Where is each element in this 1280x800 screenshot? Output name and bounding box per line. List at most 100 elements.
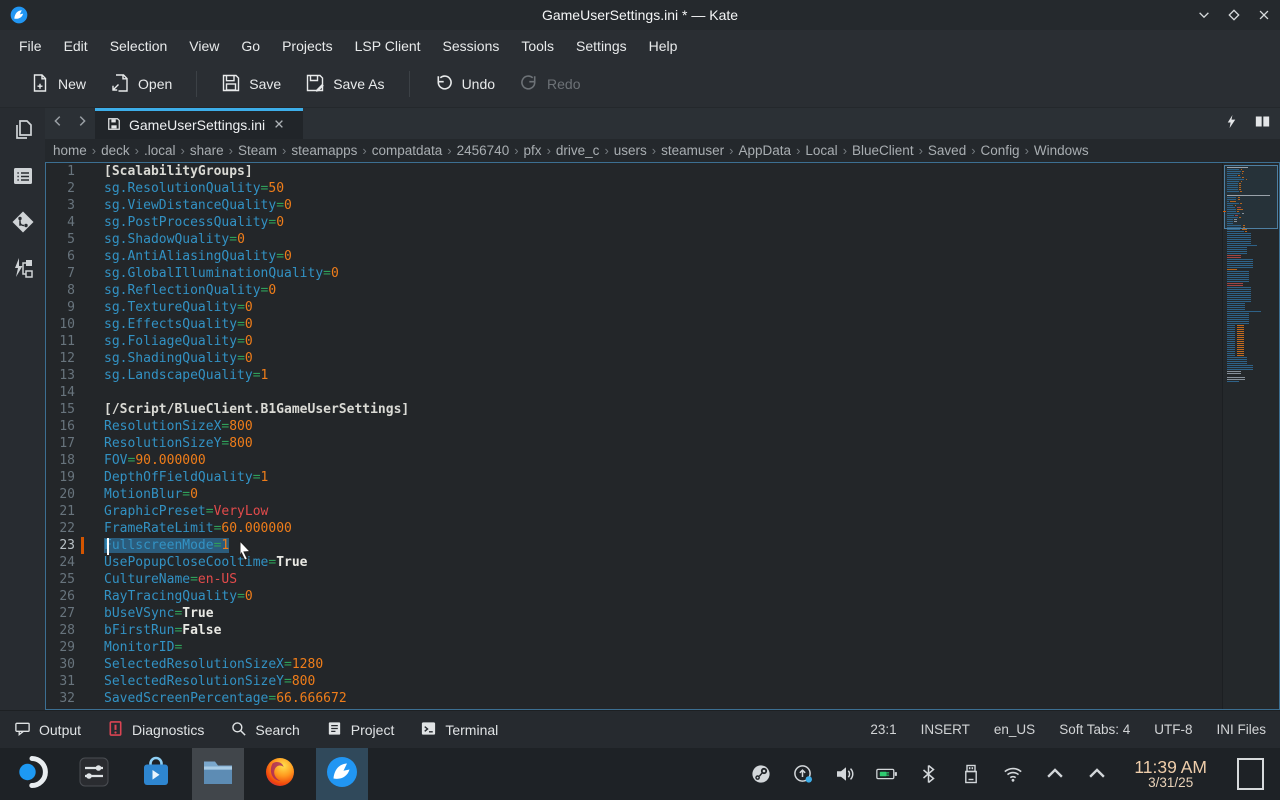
code-line-18[interactable]: FOV=90.000000: [100, 452, 1222, 469]
usb-tray-icon[interactable]: [960, 763, 982, 785]
split-view-icon[interactable]: [1255, 114, 1270, 134]
cursor-position[interactable]: 23:1: [870, 722, 896, 737]
breadcrumb-home[interactable]: home: [51, 143, 89, 158]
maximize-icon[interactable]: [1226, 7, 1242, 23]
code-line-28[interactable]: bFirstRun=False: [100, 622, 1222, 639]
code-line-32[interactable]: SavedScreenPercentage=66.666672: [100, 690, 1222, 707]
code-line-26[interactable]: RayTracingQuality=0: [100, 588, 1222, 605]
code-line-3[interactable]: sg.ViewDistanceQuality=0: [100, 197, 1222, 214]
taskbar-firefox[interactable]: [254, 748, 306, 800]
code-line-21[interactable]: GraphicPreset=VeryLow: [100, 503, 1222, 520]
search-toolview-button[interactable]: Search: [230, 720, 299, 740]
text-area[interactable]: [ScalabilityGroups]sg.ResolutionQuality=…: [100, 163, 1222, 709]
project-panel-icon[interactable]: [11, 164, 35, 188]
code-line-17[interactable]: ResolutionSizeY=800: [100, 435, 1222, 452]
editor[interactable]: 1234567891011121314151617181920212223242…: [45, 162, 1280, 710]
code-line-14[interactable]: [100, 384, 1222, 401]
breadcrumb-pfx[interactable]: pfx: [522, 143, 544, 158]
code-line-10[interactable]: sg.EffectsQuality=0: [100, 316, 1222, 333]
tray-expand-icon[interactable]: [1086, 763, 1108, 785]
breadcrumb-steamapps[interactable]: steamapps: [289, 143, 359, 158]
save-button[interactable]: Save: [209, 66, 293, 103]
breadcrumb-config[interactable]: Config: [979, 143, 1022, 158]
code-line-30[interactable]: SelectedResolutionSizeX=1280: [100, 656, 1222, 673]
diagnostics-toolview-button[interactable]: Diagnostics: [107, 720, 204, 740]
file-type[interactable]: INI Files: [1216, 722, 1266, 737]
steam-tray-icon[interactable]: [750, 763, 772, 785]
breadcrumb-users[interactable]: users: [612, 143, 649, 158]
terminal-toolview-button[interactable]: Terminal: [420, 720, 498, 740]
menu-lsp-client[interactable]: LSP Client: [344, 33, 432, 59]
code-line-22[interactable]: FrameRateLimit=60.000000: [100, 520, 1222, 537]
breadcrumb-.local[interactable]: .local: [142, 143, 178, 158]
code-line-15[interactable]: [/Script/BlueClient.B1GameUserSettings]: [100, 401, 1222, 418]
menu-sessions[interactable]: Sessions: [432, 33, 511, 59]
title-bar[interactable]: GameUserSettings.ini * — Kate: [0, 0, 1280, 30]
tab-close-icon[interactable]: [273, 117, 285, 133]
code-line-25[interactable]: CultureName=en-US: [100, 571, 1222, 588]
redo-button[interactable]: Redo: [507, 66, 592, 103]
update-tray-icon[interactable]: [792, 763, 814, 785]
open-button[interactable]: Open: [98, 66, 184, 103]
breadcrumb-2456740[interactable]: 2456740: [455, 143, 512, 158]
menu-view[interactable]: View: [178, 33, 230, 59]
code-line-7[interactable]: sg.GlobalIlluminationQuality=0: [100, 265, 1222, 282]
breadcrumb-windows[interactable]: Windows: [1032, 143, 1091, 158]
breadcrumb-saved[interactable]: Saved: [926, 143, 968, 158]
taskbar-discover[interactable]: [130, 748, 182, 800]
taskbar-dolphin[interactable]: [192, 748, 244, 800]
bluetooth-tray-icon[interactable]: [918, 763, 940, 785]
output-toolview-button[interactable]: Output: [14, 720, 81, 740]
quick-open-icon[interactable]: [1224, 114, 1239, 134]
code-line-31[interactable]: SelectedResolutionSizeY=800: [100, 673, 1222, 690]
code-line-19[interactable]: DepthOfFieldQuality=1: [100, 469, 1222, 486]
tab-width[interactable]: Soft Tabs: 4: [1059, 722, 1130, 737]
code-line-29[interactable]: MonitorID=: [100, 639, 1222, 656]
close-icon[interactable]: [1256, 7, 1272, 23]
code-line-13[interactable]: sg.LandscapeQuality=1: [100, 367, 1222, 384]
menu-settings[interactable]: Settings: [565, 33, 638, 59]
breadcrumb-compatdata[interactable]: compatdata: [370, 143, 445, 158]
taskbar-kate[interactable]: [316, 748, 368, 800]
code-line-2[interactable]: sg.ResolutionQuality=50: [100, 180, 1222, 197]
chevron-up-tray-icon[interactable]: [1044, 763, 1066, 785]
show-desktop-button[interactable]: [1237, 758, 1264, 790]
code-line-5[interactable]: sg.ShadowQuality=0: [100, 231, 1222, 248]
code-line-16[interactable]: ResolutionSizeX=800: [100, 418, 1222, 435]
code-line-23[interactable]: FullscreenMode=1: [100, 537, 1222, 554]
battery-tray-icon[interactable]: [876, 763, 898, 785]
new-button[interactable]: New: [18, 66, 98, 103]
menu-go[interactable]: Go: [230, 33, 271, 59]
code-line-1[interactable]: [ScalabilityGroups]: [100, 163, 1222, 180]
code-line-27[interactable]: bUseVSync=True: [100, 605, 1222, 622]
lsp-symbols-icon[interactable]: [11, 256, 35, 280]
menu-edit[interactable]: Edit: [53, 33, 99, 59]
menu-tools[interactable]: Tools: [510, 33, 565, 59]
minimap[interactable]: [1222, 163, 1279, 709]
documents-icon[interactable]: [11, 118, 35, 142]
code-line-4[interactable]: sg.PostProcessQuality=0: [100, 214, 1222, 231]
tab-prev-icon[interactable]: [51, 114, 65, 133]
save-as-button[interactable]: Save As: [293, 66, 396, 103]
tab-next-icon[interactable]: [75, 114, 89, 133]
breadcrumb-share[interactable]: share: [188, 143, 226, 158]
input-mode[interactable]: INSERT: [921, 722, 970, 737]
code-line-11[interactable]: sg.FoliageQuality=0: [100, 333, 1222, 350]
breadcrumb-blueclient[interactable]: BlueClient: [850, 143, 916, 158]
code-line-6[interactable]: sg.AntiAliasingQuality=0: [100, 248, 1222, 265]
wifi-tray-icon[interactable]: [1002, 763, 1024, 785]
taskbar-launcher[interactable]: [6, 748, 58, 800]
clock[interactable]: 11:39 AM 3/31/25: [1134, 758, 1207, 791]
breadcrumb-deck[interactable]: deck: [99, 143, 132, 158]
volume-tray-icon[interactable]: [834, 763, 856, 785]
code-line-20[interactable]: MotionBlur=0: [100, 486, 1222, 503]
undo-button[interactable]: Undo: [422, 66, 507, 103]
breadcrumb-appdata[interactable]: AppData: [737, 143, 794, 158]
menu-selection[interactable]: Selection: [99, 33, 179, 59]
minimize-icon[interactable]: [1196, 7, 1212, 23]
project-toolview-button[interactable]: Project: [326, 720, 395, 740]
menu-help[interactable]: Help: [638, 33, 689, 59]
code-line-24[interactable]: UsePopupCloseCooltime=True: [100, 554, 1222, 571]
menu-projects[interactable]: Projects: [271, 33, 344, 59]
encoding[interactable]: UTF-8: [1154, 722, 1192, 737]
